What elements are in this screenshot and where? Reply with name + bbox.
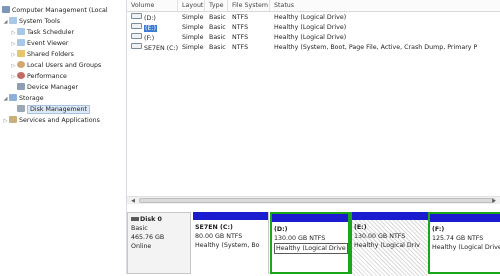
clock-icon <box>17 28 25 35</box>
partition-status: Healthy (Logical Drive <box>274 243 348 254</box>
partition-e[interactable]: (E:) 130.00 GB NTFS Healthy (Logical Dri… <box>350 212 428 276</box>
partition-name: SE7EN (C:) <box>195 224 233 231</box>
volume-name: (F:) <box>144 35 155 42</box>
volume-icon <box>131 33 142 39</box>
expand-right-icon[interactable]: ▷ <box>10 72 17 83</box>
list-header: Volume Layout Type File System Status <box>127 0 500 12</box>
volume-list: Volume Layout Type File System Status (D… <box>127 0 500 204</box>
file-system-cell: NTFS <box>232 24 249 31</box>
expand-right-icon[interactable]: ▷ <box>2 116 9 127</box>
status-cell: Healthy (Logical Drive) <box>274 24 347 31</box>
disk-type: Basic <box>131 225 148 232</box>
column-header-type[interactable]: Type <box>205 0 228 11</box>
tree-item-computer-management[interactable]: Computer Management (Local <box>2 5 108 16</box>
shared-folder-icon <box>17 50 25 57</box>
computer-icon <box>2 6 10 13</box>
tree-item-event-viewer[interactable]: ▷ Event Viewer <box>10 38 68 49</box>
tools-icon <box>9 17 17 24</box>
partition-name: (D:) <box>274 226 288 233</box>
partition-f[interactable]: (F:) 125.74 GB NTFS Healthy (Logical Dri… <box>428 212 500 274</box>
expand-down-icon[interactable]: ◢ <box>2 17 9 28</box>
table-row[interactable]: (D:) Simple Basic NTFS Healthy (Logical … <box>127 13 500 23</box>
table-row[interactable]: (F:) Simple Basic NTFS Healthy (Logical … <box>127 33 500 43</box>
disk-layout-view: Disk 0 Basic 465.76 GB Online SE7EN (C:)… <box>127 204 500 276</box>
column-header-layout[interactable]: Layout <box>178 0 205 11</box>
partition-name: (E:) <box>354 224 367 231</box>
column-header-file-system[interactable]: File System <box>228 0 270 11</box>
partition-bar <box>193 212 268 220</box>
volume-name: (E:) <box>144 25 158 32</box>
tree-item-system-tools[interactable]: ◢ System Tools <box>2 16 60 27</box>
partition-bar <box>430 214 500 222</box>
partition-status: Healthy (Logical Driv <box>354 242 420 249</box>
partition-size: 80.00 GB NTFS <box>195 233 243 240</box>
device-manager-icon <box>17 83 25 90</box>
column-header-status[interactable]: Status <box>270 0 500 11</box>
file-system-cell: NTFS <box>232 44 249 51</box>
storage-icon <box>9 94 17 101</box>
table-row-selected[interactable]: (E:) Simple Basic NTFS Healthy (Logical … <box>127 23 500 33</box>
volume-name: (D:) <box>144 15 156 22</box>
tree-item-task-scheduler[interactable]: ▷ Task Scheduler <box>10 27 74 38</box>
tree-item-disk-management[interactable]: Disk Management <box>17 104 91 115</box>
volume-icon <box>131 23 142 29</box>
file-system-cell: NTFS <box>232 14 249 21</box>
expand-down-icon[interactable]: ◢ <box>2 94 9 105</box>
disk-name: Disk 0 <box>140 216 162 223</box>
services-icon <box>9 116 17 123</box>
partition-d[interactable]: (D:) 130.00 GB NTFS Healthy (Logical Dri… <box>270 212 350 274</box>
tree-item-shared-folders[interactable]: ▷ Shared Folders <box>10 49 74 60</box>
tree-item-storage[interactable]: ◢ Storage <box>2 93 44 104</box>
disk-0-info[interactable]: Disk 0 Basic 465.76 GB Online <box>127 212 191 274</box>
event-viewer-icon <box>17 39 25 46</box>
performance-icon <box>17 72 25 79</box>
disk-size: 465.76 GB <box>131 234 165 241</box>
status-cell: Healthy (System, Boot, Page File, Active… <box>274 44 478 51</box>
partition-status: Healthy (System, Bo <box>195 242 260 249</box>
disk-management-icon <box>17 105 25 112</box>
partition-size: 125.74 GB NTFS <box>432 235 484 242</box>
status-cell: Healthy (Logical Drive) <box>274 14 347 21</box>
file-system-cell: NTFS <box>232 34 249 41</box>
partition-size: 130.00 GB NTFS <box>274 235 326 242</box>
volume-icon <box>131 13 142 19</box>
partition-bar <box>272 214 348 222</box>
scrollbar-thumb[interactable] <box>139 198 495 203</box>
status-cell: Healthy (Logical Drive) <box>274 34 347 41</box>
partition-status: Healthy (Logical Drive <box>432 244 500 251</box>
tree-item-services-applications[interactable]: ▷ Services and Applications <box>2 115 100 126</box>
disk-state: Online <box>131 243 152 250</box>
partition-size: 130.00 GB NTFS <box>354 233 406 240</box>
disk-icon <box>131 217 139 221</box>
navigation-tree: Computer Management (Local ◢ System Tools… <box>0 0 127 274</box>
volume-name: SE7EN (C:) <box>144 45 179 52</box>
users-icon <box>17 61 25 68</box>
tree-item-performance[interactable]: ▷ Performance <box>10 71 67 82</box>
tree-item-local-users[interactable]: ▷ Local Users and Groups <box>10 60 101 71</box>
column-header-volume[interactable]: Volume <box>127 0 178 11</box>
tree-item-device-manager[interactable]: Device Manager <box>17 82 78 93</box>
partition-name: (F:) <box>432 226 445 233</box>
partition-bar <box>352 212 428 220</box>
partition-c[interactable]: SE7EN (C:) 80.00 GB NTFS Healthy (System… <box>193 212 269 274</box>
table-row[interactable]: SE7EN (C:) Simple Basic NTFS Healthy (Sy… <box>127 43 500 53</box>
volume-icon <box>131 43 142 49</box>
